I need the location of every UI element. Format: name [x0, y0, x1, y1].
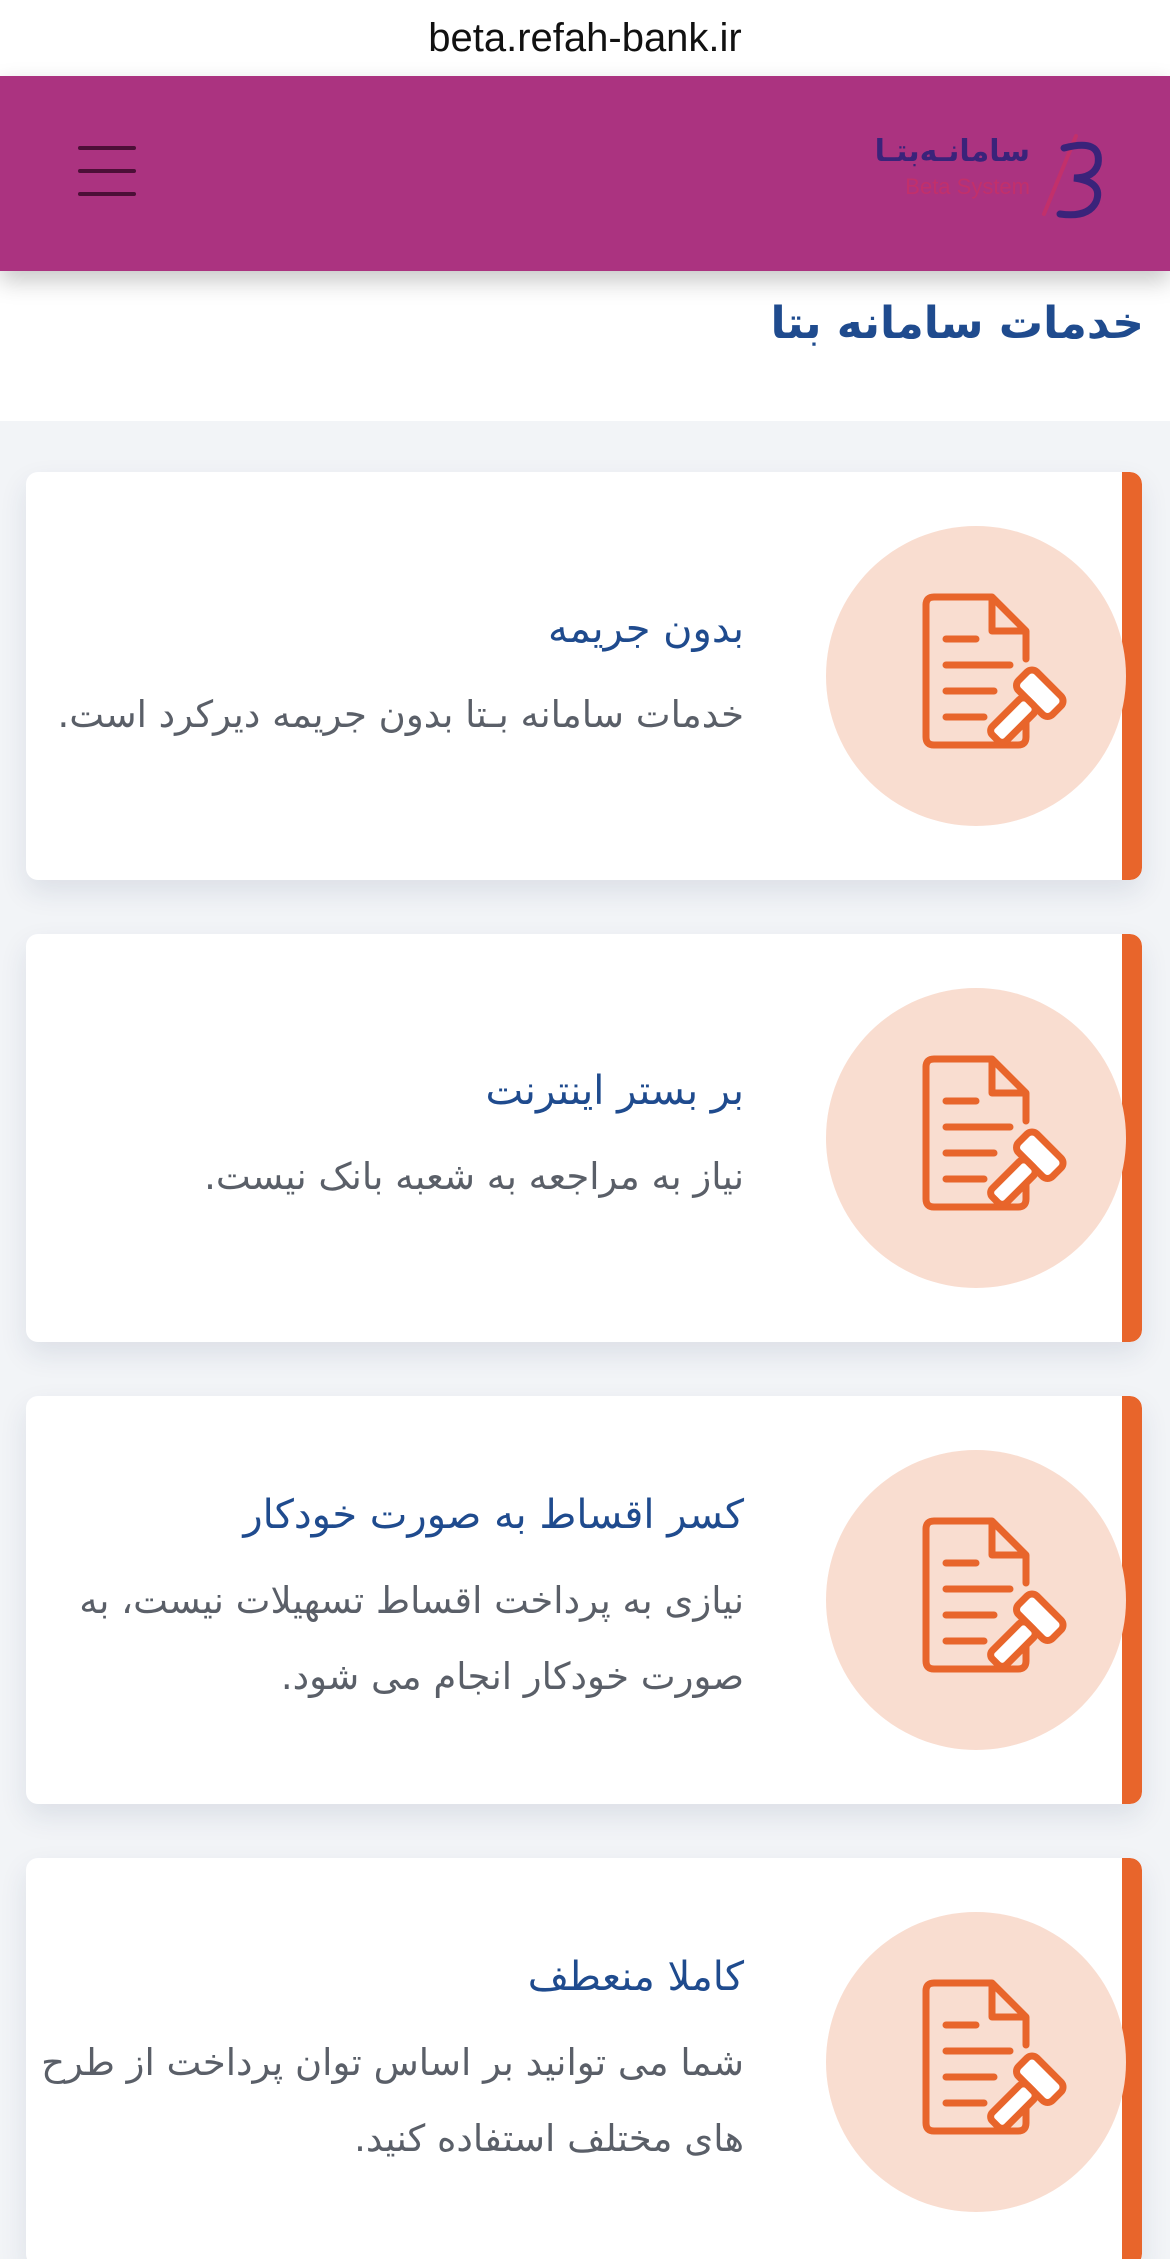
hamburger-menu-icon[interactable]: [78, 146, 136, 196]
card-icon-circle: [826, 526, 1126, 826]
browser-address-bar[interactable]: beta.refah-bank.ir: [0, 0, 1170, 76]
url-text: beta.refah-bank.ir: [428, 15, 742, 60]
document-gavel-icon: [922, 1979, 1067, 2135]
card-description: شما می توانید بر اساس توان پرداخت از طرح…: [41, 2041, 744, 2160]
card-icon-circle: [826, 988, 1126, 1288]
document-gavel-icon: [922, 1055, 1067, 1211]
card-title: بدون جریمه: [547, 606, 744, 652]
service-card: کاملا منعطف شما می توانید بر اساس توان پ…: [26, 1858, 1142, 2259]
service-card: بدون جریمه خدمات سامانه بـتا بدون جریمه …: [26, 472, 1142, 880]
beta-system-logo[interactable]: سامانـه‌بتـا Beta System: [870, 128, 1110, 224]
card-title: کاملا منعطف: [527, 1954, 744, 2000]
logo-text-fa: سامانـه‌بتـا: [874, 134, 1030, 169]
card-icon-circle: [826, 1450, 1126, 1750]
card-title: کسر اقساط به صورت خودکار: [243, 1492, 744, 1538]
card-description: خدمات سامانه بـتا بدون جریمه دیرکرد است.: [57, 693, 744, 736]
card-title: بر بستر اینترنت: [485, 1068, 744, 1114]
card-description: نیاز به مراجعه به شعبه بانک نیست.: [204, 1155, 744, 1198]
logo-text-en: Beta System: [905, 174, 1030, 199]
beta-logo-mark-icon: [1042, 134, 1102, 219]
card-icon-circle: [826, 1912, 1126, 2212]
document-gavel-icon: [922, 1517, 1067, 1673]
page-title: خدمات سامانه بتا: [770, 298, 1144, 349]
card-description: نیازی به پرداخت اقساط تسهیلات نیست، به ص…: [79, 1579, 744, 1698]
document-gavel-icon: [922, 593, 1067, 749]
site-header: سامانـه‌بتـا Beta System: [0, 76, 1170, 271]
service-card: کسر اقساط به صورت خودکار نیازی به پرداخت…: [26, 1396, 1142, 1804]
service-card: بر بستر اینترنت نیاز به مراجعه به شعبه ب…: [26, 934, 1142, 1342]
